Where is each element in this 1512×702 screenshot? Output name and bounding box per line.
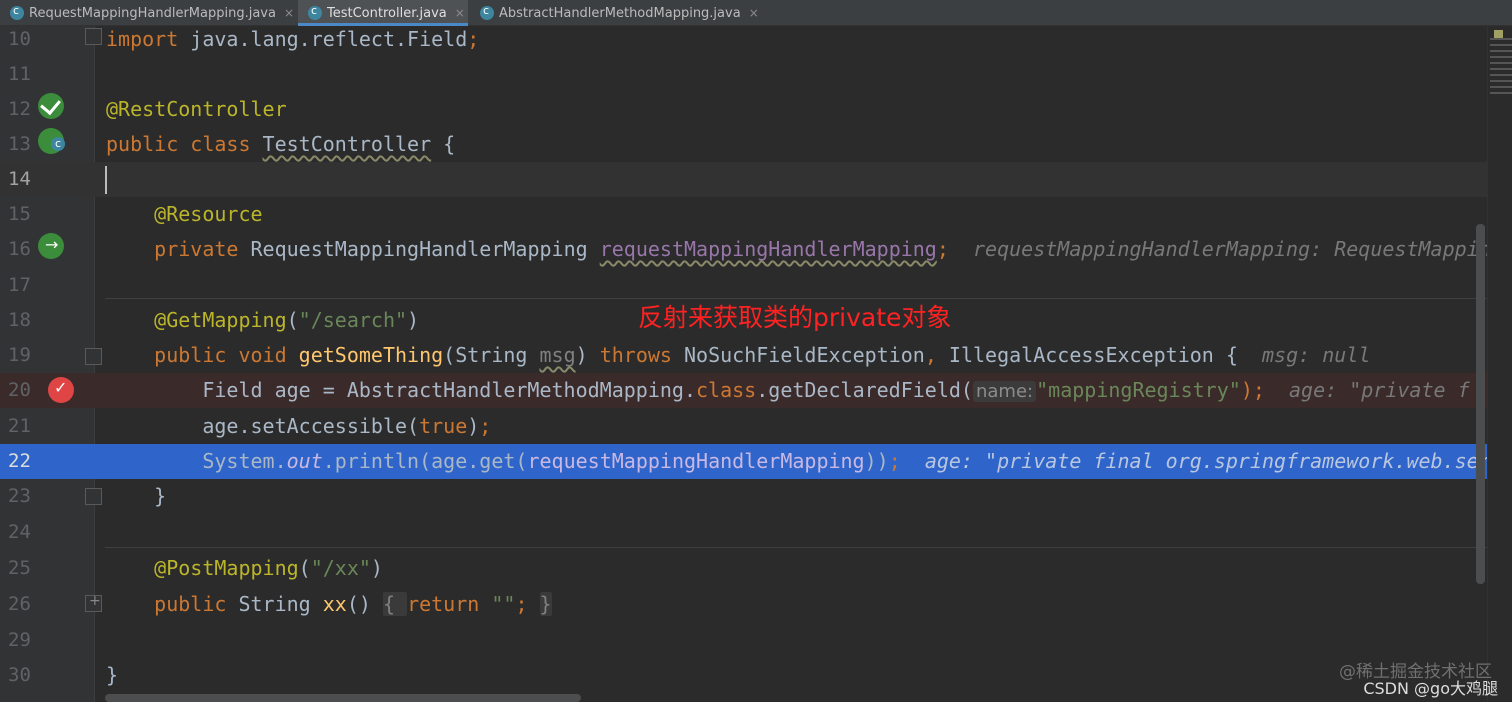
code-line-30[interactable]: 30 } bbox=[0, 658, 1487, 693]
inline-debug-value: requestMappingHandlerMapping: RequestMap… bbox=[948, 237, 1491, 261]
code-text: public void getSomeThing(String msg) thr… bbox=[106, 343, 1371, 367]
line-number: 29 bbox=[8, 629, 31, 651]
code-text: public String xx() { return ""; } bbox=[106, 592, 552, 616]
code-text: } bbox=[106, 484, 167, 508]
code-line-29[interactable]: 29 bbox=[0, 623, 1487, 658]
line-number: 16 bbox=[8, 238, 31, 260]
line-number: 23 bbox=[8, 485, 31, 507]
code-text: @RestController bbox=[106, 97, 287, 121]
code-text: System.out.println(age.get(requestMappin… bbox=[106, 449, 1491, 473]
line-number: 18 bbox=[8, 309, 31, 331]
line-number: 12 bbox=[8, 98, 31, 120]
text-caret bbox=[105, 166, 107, 194]
line-number: 13 bbox=[8, 133, 31, 155]
code-text: import java.lang.reflect.Field; bbox=[106, 27, 480, 51]
java-class-icon bbox=[10, 4, 24, 20]
code-text: @Resource bbox=[106, 202, 263, 226]
expand-fold-icon[interactable] bbox=[85, 593, 102, 612]
breakpoint-icon[interactable] bbox=[48, 377, 74, 403]
code-line-16[interactable]: 16 private RequestMappingHandlerMapping … bbox=[0, 232, 1491, 267]
code-text: } bbox=[106, 663, 119, 687]
tab-label: TestController.java bbox=[327, 5, 447, 21]
code-text: Field age = AbstractHandlerMethodMapping… bbox=[106, 378, 1470, 402]
code-line-12[interactable]: 12 @RestController bbox=[0, 92, 1487, 127]
vertical-scrollbar[interactable] bbox=[1476, 224, 1485, 584]
java-class-icon bbox=[308, 4, 322, 20]
close-icon[interactable]: × bbox=[284, 6, 294, 20]
code-line-10[interactable]: 10 import java.lang.reflect.Field; bbox=[0, 22, 1487, 57]
code-overview bbox=[1490, 34, 1512, 134]
code-line-20[interactable]: 20 Field age = AbstractHandlerMethodMapp… bbox=[0, 373, 1487, 408]
line-number: 22 bbox=[8, 450, 31, 472]
close-icon[interactable]: × bbox=[455, 6, 465, 20]
tab-label: AbstractHandlerMethodMapping.java bbox=[499, 5, 741, 21]
folded-region: } bbox=[539, 592, 552, 616]
horizontal-scrollbar[interactable] bbox=[105, 694, 581, 702]
code-text: public class TestController { bbox=[106, 132, 456, 156]
tab-label: RequestMappingHandlerMapping.java bbox=[29, 5, 276, 21]
navigate-icon[interactable] bbox=[38, 233, 64, 259]
code-line-23[interactable]: 23 } bbox=[0, 479, 1487, 514]
close-icon[interactable]: × bbox=[749, 6, 759, 20]
fold-marker[interactable] bbox=[85, 488, 102, 505]
line-number: 25 bbox=[8, 557, 31, 579]
line-number: 14 bbox=[8, 168, 31, 190]
line-number: 11 bbox=[8, 63, 31, 85]
line-number: 10 bbox=[8, 28, 31, 50]
code-line-13[interactable]: 13 public class TestController { bbox=[0, 127, 1487, 162]
code-text: @GetMapping("/search") bbox=[106, 308, 420, 332]
code-line-25[interactable]: 25 @PostMapping("/xx") bbox=[0, 551, 1487, 586]
code-text: age.setAccessible(true); bbox=[106, 414, 492, 438]
inline-debug-value: age: "private f bbox=[1264, 378, 1470, 402]
inline-debug-value: msg: null bbox=[1237, 343, 1371, 367]
class-icon[interactable] bbox=[38, 128, 65, 154]
code-line-24[interactable]: 24 bbox=[0, 515, 1487, 550]
line-number: 20 bbox=[8, 379, 31, 401]
fold-marker[interactable] bbox=[85, 28, 102, 45]
java-class-icon bbox=[480, 4, 494, 20]
line-number: 21 bbox=[8, 415, 31, 437]
code-text: @PostMapping("/xx") bbox=[106, 556, 383, 580]
fold-marker[interactable] bbox=[85, 348, 102, 365]
inline-debug-value: age: "private final org.springframework.… bbox=[900, 449, 1491, 473]
code-line-19[interactable]: 19 public void getSomeThing(String msg) … bbox=[0, 338, 1487, 373]
bean-icon[interactable] bbox=[38, 93, 64, 119]
red-annotation-text: 反射来获取类的private对象 bbox=[638, 303, 952, 332]
line-number: 26 bbox=[8, 593, 31, 615]
line-number: 24 bbox=[8, 521, 31, 543]
code-line-22[interactable]: 22 System.out.println(age.get(requestMap… bbox=[0, 444, 1491, 479]
code-line-15[interactable]: 15 @Resource bbox=[0, 197, 1487, 232]
code-line-14[interactable]: 14 bbox=[0, 162, 1487, 197]
code-line-21[interactable]: 21 age.setAccessible(true); bbox=[0, 409, 1487, 444]
line-number: 19 bbox=[8, 344, 31, 366]
folded-region: { bbox=[382, 592, 408, 616]
code-line-11[interactable]: 11 bbox=[0, 57, 1487, 92]
line-number: 30 bbox=[8, 664, 31, 686]
line-number: 17 bbox=[8, 274, 31, 296]
parameter-hint: name: bbox=[972, 381, 1037, 402]
watermark-csdn: CSDN @go大鸡腿 bbox=[1363, 679, 1498, 698]
code-line-26[interactable]: 26 public String xx() { return ""; } bbox=[0, 587, 1487, 622]
code-text: private RequestMappingHandlerMapping req… bbox=[106, 237, 1491, 261]
code-editor[interactable]: 10 import java.lang.reflect.Field; 11 12… bbox=[0, 26, 1512, 702]
line-number: 15 bbox=[8, 203, 31, 225]
